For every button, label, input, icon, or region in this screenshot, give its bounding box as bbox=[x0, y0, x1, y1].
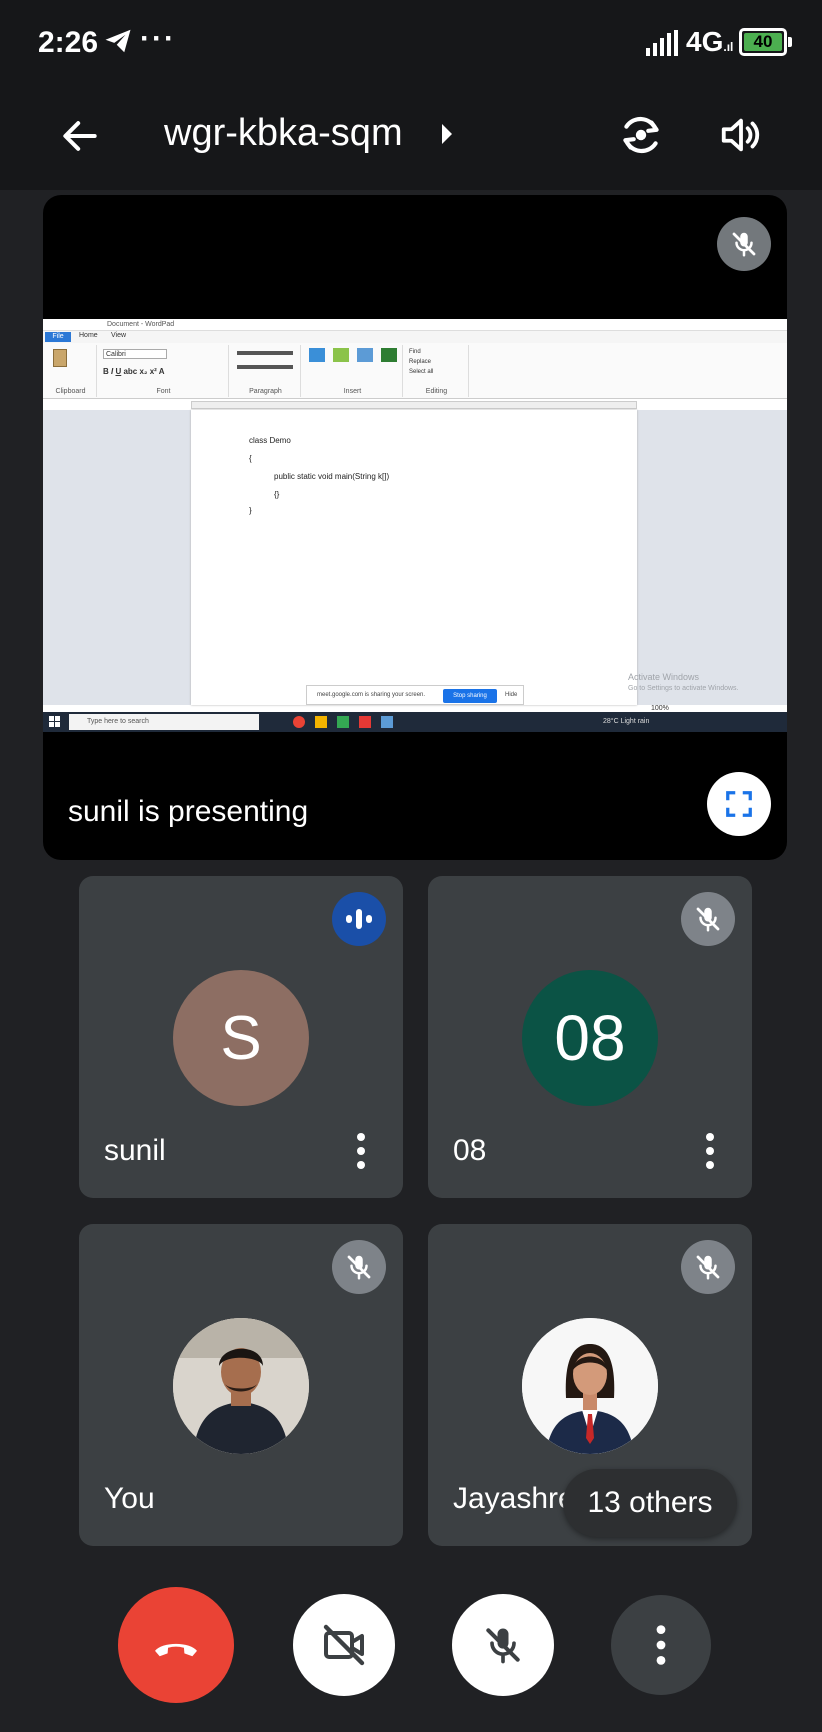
mic-off-icon bbox=[696, 907, 720, 932]
participant-options-icon[interactable] bbox=[355, 1131, 367, 1171]
battery-level: 40 bbox=[744, 33, 782, 51]
camera-off-icon bbox=[323, 1624, 365, 1666]
wordpad-page: class Demo { public static void main(Str… bbox=[191, 410, 637, 705]
caret-right-icon[interactable] bbox=[440, 122, 454, 146]
muted-indicator bbox=[332, 1240, 386, 1294]
ribbon-clipboard: Clipboard bbox=[45, 345, 97, 397]
status-bar: 2:26 ··· 4G.ıl 40 bbox=[0, 0, 822, 84]
participant-name: You bbox=[104, 1482, 155, 1515]
switch-camera-icon[interactable] bbox=[616, 110, 666, 160]
presenter-muted-indicator bbox=[717, 217, 771, 271]
more-options-button[interactable] bbox=[611, 1595, 711, 1695]
avatar-photo bbox=[522, 1318, 658, 1454]
code-line-4: {} bbox=[274, 490, 280, 499]
wordpad-tab-file: File bbox=[45, 332, 71, 342]
ribbon-font: Calibri B I U abc x₂ x² A Font bbox=[99, 345, 229, 397]
status-time: 2:26 bbox=[38, 26, 99, 59]
ribbon-insert: Insert bbox=[303, 345, 403, 397]
windows-start-icon bbox=[49, 716, 60, 727]
windows-taskbar: Type here to search 28°C Light rain bbox=[43, 712, 787, 732]
more-notifications-icon: ··· bbox=[140, 22, 176, 55]
mic-off-icon bbox=[486, 1628, 520, 1664]
more-vert-icon bbox=[656, 1625, 666, 1665]
screen-share-notice: meet.google.com is sharing your screen. … bbox=[306, 685, 524, 705]
speaking-indicator-icon bbox=[332, 892, 386, 946]
meeting-code[interactable]: wgr-kbka-sqm bbox=[164, 112, 403, 155]
others-chip[interactable]: 13 others bbox=[563, 1469, 737, 1537]
wordpad-tab-home: Home bbox=[79, 332, 98, 339]
stop-sharing-button: Stop sharing bbox=[443, 689, 497, 703]
code-line-1: class Demo bbox=[249, 436, 291, 445]
camera-toggle-button[interactable] bbox=[293, 1594, 395, 1696]
mic-off-icon bbox=[696, 1255, 720, 1280]
code-line-5: } bbox=[249, 506, 252, 515]
participant-options-icon[interactable] bbox=[704, 1131, 716, 1171]
avatar-photo bbox=[173, 1318, 309, 1454]
back-arrow-icon[interactable] bbox=[58, 114, 102, 158]
mic-off-icon bbox=[347, 1255, 371, 1280]
presentation-tile[interactable]: Document - WordPad File Home View Clipbo… bbox=[43, 195, 787, 860]
participant-name: sunil bbox=[104, 1134, 166, 1167]
profile-photo-icon bbox=[173, 1318, 309, 1454]
ribbon-editing: Find Replace Select all Editing bbox=[405, 345, 469, 397]
wordpad-ruler bbox=[191, 401, 637, 409]
wordpad-title: Document - WordPad bbox=[43, 319, 787, 331]
wordpad-ribbon: Clipboard Calibri B I U abc x₂ x² A Font… bbox=[43, 343, 787, 399]
activate-windows-watermark: Activate Windows Go to Settings to activ… bbox=[628, 672, 739, 692]
network-type: 4G.ıl bbox=[686, 26, 734, 57]
muted-indicator bbox=[681, 892, 735, 946]
end-call-button[interactable] bbox=[118, 1587, 234, 1703]
taskbar-weather: 28°C Light rain bbox=[603, 718, 650, 725]
fullscreen-icon bbox=[726, 791, 752, 817]
speaker-icon[interactable] bbox=[718, 112, 764, 158]
signal-icon bbox=[646, 30, 678, 56]
wordpad-tab-view: View bbox=[111, 332, 127, 339]
taskbar-search: Type here to search bbox=[69, 714, 259, 730]
fullscreen-button[interactable] bbox=[707, 772, 771, 836]
participant-tile-08[interactable]: 08 08 bbox=[428, 876, 752, 1198]
avatar: 08 bbox=[522, 970, 658, 1106]
mic-off-icon bbox=[732, 232, 756, 257]
meeting-header: wgr-kbka-sqm bbox=[0, 84, 822, 190]
profile-photo-icon bbox=[522, 1318, 658, 1454]
wordpad-tabs: File Home View bbox=[43, 331, 787, 343]
mic-toggle-button[interactable] bbox=[452, 1594, 554, 1696]
avatar: S bbox=[173, 970, 309, 1106]
wordpad-workspace: class Demo { public static void main(Str… bbox=[43, 410, 787, 705]
shared-screen: Document - WordPad File Home View Clipbo… bbox=[43, 319, 787, 732]
zoom-level: 100% bbox=[651, 705, 669, 712]
code-line-2: { bbox=[249, 454, 252, 463]
code-line-3: public static void main(String k[]) bbox=[274, 472, 390, 481]
battery-icon: 40 bbox=[739, 28, 792, 56]
muted-indicator bbox=[681, 1240, 735, 1294]
telegram-icon bbox=[105, 29, 131, 53]
ribbon-paragraph: Paragraph bbox=[231, 345, 301, 397]
hang-up-icon bbox=[155, 1643, 197, 1657]
participant-name: 08 bbox=[453, 1134, 487, 1167]
presenting-label: sunil is presenting bbox=[68, 795, 309, 828]
participant-tile-sunil[interactable]: S sunil bbox=[79, 876, 403, 1198]
participant-tile-you[interactable]: You bbox=[79, 1224, 403, 1546]
